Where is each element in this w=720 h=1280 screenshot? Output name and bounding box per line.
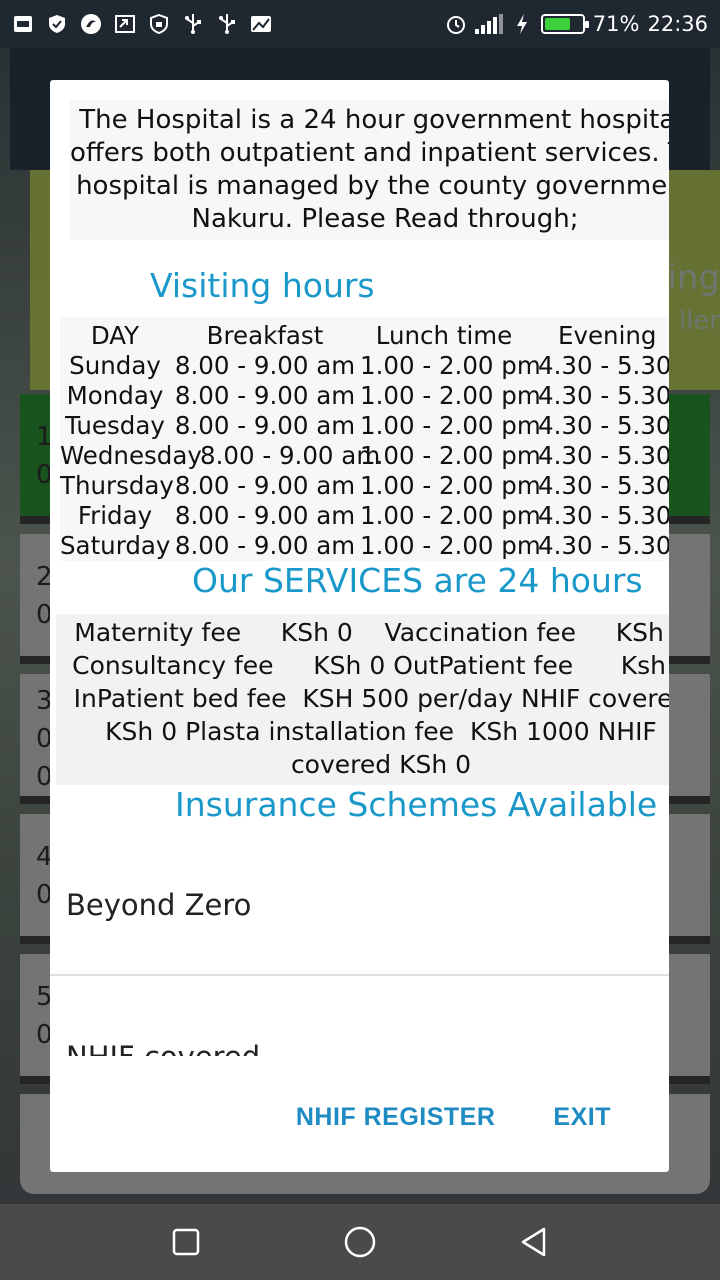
table-row: Wednesday 8.00 - 9.00 am 1.00 - 2.00 pm 4.3… [60, 441, 669, 470]
sim-icon [12, 13, 34, 35]
recents-icon[interactable] [169, 1225, 203, 1259]
shield-outline-icon [148, 13, 170, 35]
intro-text: The Hospital is a 24 hour government hos… [70, 100, 669, 240]
app-icon [80, 13, 102, 35]
visiting-hours-title: Visiting hours [150, 266, 375, 305]
image-icon [250, 13, 272, 35]
dialog-actions: NHIF REGISTER EXIT [50, 1095, 669, 1139]
exit-button[interactable]: EXIT [553, 1103, 611, 1132]
charging-icon [511, 13, 533, 35]
insurance-title: Insurance Schemes Available [175, 785, 658, 824]
navigation-bar [0, 1204, 720, 1280]
list-item[interactable]: Beyond Zero [50, 836, 669, 976]
table-row: Monday 8.00 - 9.00 am 1.00 - 2.00 pm 4.30 -… [66, 381, 669, 410]
shield-icon [46, 13, 68, 35]
visiting-hours-table: DAY Breakfast Lunch time Evening Sunday 8… [60, 317, 669, 561]
table-row: Friday 8.00 - 9.00 am 1.00 - 2.00 pm 4.30 -… [77, 501, 669, 530]
insurance-list: Beyond Zero NHIF covered [50, 836, 669, 1056]
notification-icons [0, 13, 272, 35]
dialog-scroll-content[interactable]: The Hospital is a 24 hour government hos… [50, 80, 669, 1058]
back-icon[interactable] [517, 1225, 551, 1259]
table-row: Tuesday 8.00 - 9.00 am 1.00 - 2.00 pm 4.30 … [65, 411, 669, 440]
table-row: Thursday 8.00 - 9.00 am 1.00 - 2.00 pm 4.30… [60, 471, 669, 500]
picture-in-picture-icon [114, 13, 136, 35]
system-status: 71% 22:36 [445, 12, 720, 36]
usb-icon [216, 13, 238, 35]
table-header-row: DAY Breakfast Lunch time Evening [90, 321, 657, 350]
clock: 22:36 [647, 12, 708, 36]
nhif-register-button[interactable]: NHIF REGISTER [296, 1103, 496, 1132]
signal-icon [474, 14, 503, 34]
usb-icon [182, 13, 204, 35]
battery-percent: 71% [592, 12, 640, 36]
battery-icon [540, 14, 589, 34]
services-title: Our SERVICES are 24 hours [192, 561, 643, 600]
table-row: Sunday 8.00 - 9.00 am 1.00 - 2.00 pm 4.30 -… [69, 351, 669, 380]
status-bar: 71% 22:36 [0, 0, 720, 48]
table-row: Saturday 8.00 - 9.00 am 1.00 - 2.00 pm 4.30… [60, 531, 669, 560]
home-icon[interactable] [343, 1225, 377, 1259]
alarm-icon [445, 13, 467, 35]
list-item[interactable]: NHIF covered [50, 976, 669, 1056]
hospital-info-dialog: The Hospital is a 24 hour government hos… [50, 80, 669, 1172]
fees-text: Maternity fee KSh 0 Vaccination fee KSh … [56, 614, 669, 785]
